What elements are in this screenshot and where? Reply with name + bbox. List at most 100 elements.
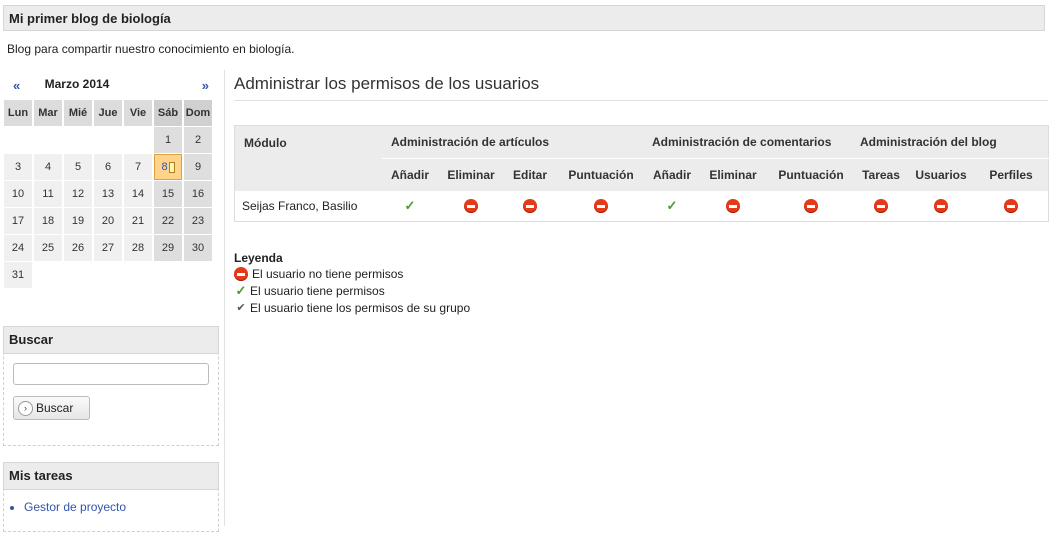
search-panel-title: Buscar [3, 326, 219, 354]
allow-icon: ✓ [404, 198, 416, 213]
title-divider [234, 100, 1048, 101]
col-header: Perfiles [974, 158, 1049, 191]
calendar-day-today[interactable]: 8 [154, 154, 182, 180]
deny-icon [804, 199, 818, 214]
calendar-weekday: Mar [34, 100, 62, 126]
permission-cell[interactable] [438, 191, 504, 222]
col-header: Editar [504, 158, 556, 191]
calendar-prev-button[interactable]: « [13, 78, 20, 93]
col-header: Puntuación [768, 158, 854, 191]
search-button-label: Buscar [36, 401, 74, 415]
permission-cell[interactable] [974, 191, 1049, 222]
blog-title: Mi primer blog de biología [3, 5, 1045, 31]
legend-text: El usuario no tiene permisos [252, 266, 404, 281]
calendar-day[interactable]: 3 [4, 154, 32, 180]
calendar-day[interactable]: 6 [94, 154, 122, 180]
calendar-day[interactable]: 27 [94, 235, 122, 261]
calendar-weekday: Vie [124, 100, 152, 126]
calendar-day[interactable]: 14 [124, 181, 152, 207]
calendar-weekday: Dom [184, 100, 212, 126]
calendar-weekday: Mié [64, 100, 92, 126]
calendar-day[interactable]: 9 [184, 154, 212, 180]
calendar-day[interactable]: 19 [64, 208, 92, 234]
calendar-day[interactable]: 30 [184, 235, 212, 261]
col-header: Eliminar [698, 158, 768, 191]
legend-title: Leyenda [234, 251, 283, 265]
calendar-blank [94, 127, 122, 153]
calendar-day[interactable]: 22 [154, 208, 182, 234]
calendar-day[interactable]: 7 [124, 154, 152, 180]
calendar-day[interactable]: 20 [94, 208, 122, 234]
calendar-blank [4, 127, 32, 153]
permission-cell[interactable] [768, 191, 854, 222]
calendar-day[interactable]: 29 [154, 235, 182, 261]
calendar-day[interactable]: 11 [34, 181, 62, 207]
calendar-grid: Lun Mar Mié Jue Vie Sáb Dom 1 2 3 4 5 6 7 8 9 10 11 12 13 14… [4, 100, 219, 288]
col-header: Tareas [854, 158, 908, 191]
calendar-blank [64, 127, 92, 153]
calendar-day[interactable]: 23 [184, 208, 212, 234]
module-header: Módulo [234, 125, 382, 191]
task-link[interactable]: Gestor de proyecto [24, 500, 218, 514]
deny-icon [594, 199, 608, 214]
deny-icon [874, 199, 888, 214]
group-header-articles: Administración de artículos [382, 125, 646, 159]
calendar-day[interactable]: 5 [64, 154, 92, 180]
user-name: Seijas Franco, Basilio [234, 191, 382, 222]
col-header: Usuarios [908, 158, 974, 191]
calendar-day[interactable]: 13 [94, 181, 122, 207]
legend-text: El usuario tiene permisos [250, 283, 385, 298]
calendar-blank [34, 127, 62, 153]
allow-icon: ✓ [666, 198, 678, 213]
calendar-day[interactable]: 18 [34, 208, 62, 234]
chevron-right-icon: › [18, 400, 33, 416]
legend-item-allow: ✓ El usuario tiene permisos [234, 282, 470, 299]
calendar: « Marzo 2014 » Lun Mar Mié Jue Vie Sáb Dom 1 2 3 4… [4, 72, 219, 288]
calendar-day[interactable]: 31 [4, 262, 32, 288]
permission-cell[interactable] [698, 191, 768, 222]
calendar-day[interactable]: 28 [124, 235, 152, 261]
permission-cell[interactable] [504, 191, 556, 222]
calendar-weekday: Lun [4, 100, 32, 126]
permission-cell[interactable]: ✓ [382, 191, 438, 222]
legend-item-deny: El usuario no tiene permisos [234, 265, 470, 282]
col-header: Añadir [646, 158, 698, 191]
permission-cell[interactable] [854, 191, 908, 222]
allow-icon: ✓ [235, 282, 247, 298]
deny-icon [234, 266, 248, 281]
calendar-day[interactable]: 1 [154, 127, 182, 153]
permission-cell[interactable]: ✓ [646, 191, 698, 222]
calendar-month: Marzo 2014 [44, 77, 110, 91]
group-header-blog: Administración del blog [854, 125, 1049, 159]
deny-icon [464, 199, 478, 214]
deny-icon [934, 199, 948, 214]
permission-cell[interactable] [908, 191, 974, 222]
calendar-day[interactable]: 2 [184, 127, 212, 153]
search-panel: Buscar › Buscar [3, 326, 219, 446]
calendar-day[interactable]: 15 [154, 181, 182, 207]
calendar-weekday: Sáb [154, 100, 182, 126]
search-input[interactable] [13, 363, 209, 385]
calendar-day[interactable]: 12 [64, 181, 92, 207]
table-row: Seijas Franco, Basilio ✓ ✓ [234, 191, 1049, 222]
deny-icon [726, 199, 740, 214]
page-title: Administrar los permisos de los usuarios [234, 74, 540, 93]
calendar-day[interactable]: 25 [34, 235, 62, 261]
legend: Leyenda El usuario no tiene permisos ✓ E… [234, 251, 470, 316]
permission-cell[interactable] [556, 191, 646, 222]
calendar-day[interactable]: 21 [124, 208, 152, 234]
group-header-comments: Administración de comentarios [646, 125, 854, 159]
calendar-blank [124, 127, 152, 153]
calendar-day[interactable]: 26 [64, 235, 92, 261]
calendar-day[interactable]: 10 [4, 181, 32, 207]
search-button[interactable]: › Buscar [13, 396, 90, 420]
calendar-day[interactable]: 17 [4, 208, 32, 234]
deny-icon [1004, 199, 1018, 214]
legend-text: El usuario tiene los permisos de su grup… [250, 300, 471, 315]
calendar-next-button[interactable]: » [202, 78, 209, 93]
calendar-day[interactable]: 4 [34, 154, 62, 180]
deny-icon [523, 199, 537, 214]
calendar-day[interactable]: 24 [4, 235, 32, 261]
calendar-day[interactable]: 16 [184, 181, 212, 207]
legend-item-group: ✔ El usuario tiene los permisos de su gr… [234, 299, 470, 316]
